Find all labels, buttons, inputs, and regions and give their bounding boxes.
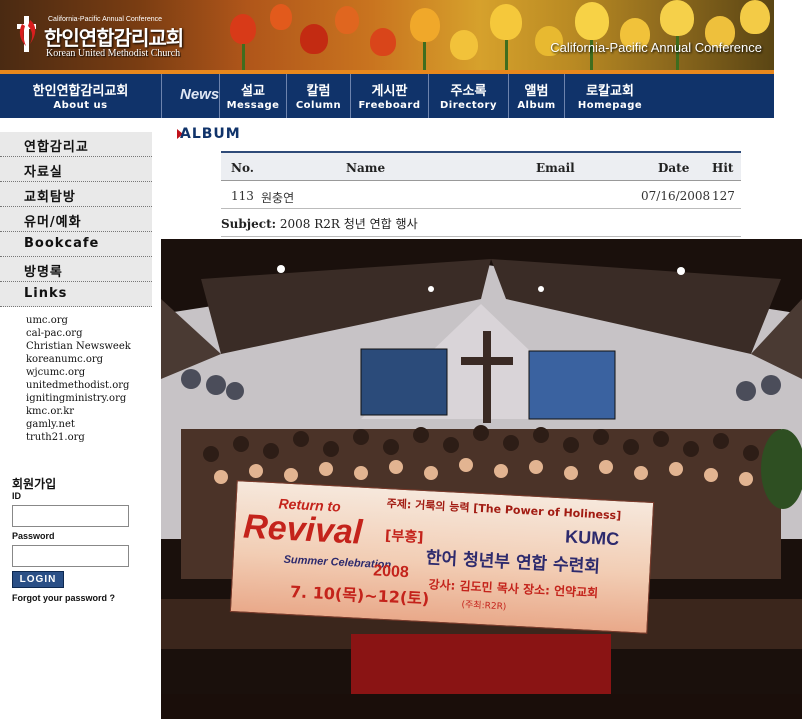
event-banner: 주제: 거룩의 능력 [The Power of Holiness] Retur… bbox=[229, 480, 655, 634]
nav-label-en: Album bbox=[517, 100, 556, 111]
links-list: umc.org cal-pac.org Christian Newsweek k… bbox=[26, 314, 131, 444]
sidebar-item-umc[interactable]: 연합감리교 bbox=[0, 132, 152, 157]
sidebar-item-church-visits[interactable]: 교회탐방 bbox=[0, 182, 152, 207]
password-label: Password bbox=[12, 531, 55, 541]
nav-label-ko: 주소록 bbox=[450, 84, 487, 99]
subject-label: Subject: bbox=[221, 217, 277, 231]
nav-freeboard[interactable]: 게시판 Freeboard bbox=[351, 74, 429, 118]
table-row: 113 원충연 07/16/2008 127 bbox=[221, 181, 741, 209]
id-label: ID bbox=[12, 491, 21, 501]
banner-host: (주최:R2R) bbox=[461, 600, 507, 613]
sidebar-item-label: 교회탐방 bbox=[24, 190, 76, 205]
nav-label-en: Freeboard bbox=[358, 100, 421, 111]
nav-label-en: About us bbox=[53, 100, 108, 111]
link-item[interactable]: truth21.org bbox=[26, 431, 131, 444]
sidebar-item-guestbook[interactable]: 방명록 bbox=[0, 257, 152, 282]
nav-homepage[interactable]: 로칼교회 Homepage bbox=[565, 74, 655, 118]
banner-dates: 7. 10(목)~12(토) bbox=[289, 582, 430, 609]
table-header: No. Name Email Date Hit bbox=[221, 151, 741, 181]
nav-label-ko: 게시판 bbox=[371, 84, 408, 99]
link-item[interactable]: unitedmethodist.org bbox=[26, 379, 131, 392]
sidebar: 연합감리교 자료실 교회탐방 유머/예화 Bookcafe 방명록 Links … bbox=[0, 118, 158, 604]
nav-label-en: Message bbox=[226, 100, 280, 111]
sidebar-item-bookcafe[interactable]: Bookcafe bbox=[0, 232, 152, 257]
church-logo[interactable]: California-Pacific Annual Conference 한인연… bbox=[8, 8, 198, 60]
link-item[interactable]: umc.org bbox=[26, 314, 131, 327]
cross-flame-icon bbox=[17, 16, 36, 52]
nav-about-us[interactable]: 한인연합감리교회 About us bbox=[0, 74, 162, 118]
post-subject: Subject: 2008 R2R 청년 연합 행사 bbox=[221, 215, 741, 237]
link-item[interactable]: kmc.or.kr bbox=[26, 405, 131, 418]
cell-date: 07/16/2008 bbox=[641, 189, 711, 203]
banner-tag: [부흥] bbox=[384, 528, 424, 546]
link-item[interactable]: wjcumc.org bbox=[26, 366, 131, 379]
banner-year: 2008 bbox=[372, 562, 410, 582]
col-hit: Hit bbox=[712, 161, 734, 175]
banner-kumc: KUMC bbox=[564, 526, 620, 550]
sidebar-item-archive[interactable]: 자료실 bbox=[0, 157, 152, 182]
link-item[interactable]: gamly.net bbox=[26, 418, 131, 431]
main-nav: 한인연합감리교회 About us News 설교 Message 칼럼 Col… bbox=[0, 70, 774, 118]
sidebar-item-label: Links bbox=[24, 286, 68, 301]
nav-album[interactable]: 앨범 Album bbox=[509, 74, 565, 118]
nav-label-ko: 설교 bbox=[241, 84, 265, 99]
conference-title: California-Pacific Annual Conference bbox=[550, 40, 762, 55]
logo-korean-title: 한인연합감리교회 bbox=[44, 26, 184, 50]
church-group-photo bbox=[161, 239, 802, 719]
sidebar-item-label: 방명록 bbox=[24, 265, 63, 280]
nav-label-en: Column bbox=[295, 100, 342, 111]
logo-english-title: Korean United Methodist Church bbox=[46, 48, 181, 59]
link-item[interactable]: cal-pac.org bbox=[26, 327, 131, 340]
link-item[interactable]: Christian Newsweek bbox=[26, 340, 131, 353]
forgot-password-link[interactable]: Forgot your password ? bbox=[12, 593, 115, 603]
col-no: No. bbox=[231, 161, 254, 175]
page-title: ALBUM bbox=[180, 126, 241, 142]
nav-label-en: Directory bbox=[440, 100, 497, 111]
nav-message[interactable]: 설교 Message bbox=[219, 74, 287, 118]
header-banner: California-Pacific Annual Conference 한인연… bbox=[0, 0, 774, 70]
nav-news[interactable]: News bbox=[180, 86, 219, 103]
album-photo: 주제: 거룩의 능력 [The Power of Holiness] Retur… bbox=[161, 239, 802, 719]
sidebar-item-label: Bookcafe bbox=[24, 236, 100, 251]
banner-revival: Revival bbox=[242, 507, 364, 552]
link-item[interactable]: ignitingministry.org bbox=[26, 392, 131, 405]
sidebar-item-humor[interactable]: 유머/예화 bbox=[0, 207, 152, 232]
nav-label-en: Homepage bbox=[577, 100, 643, 111]
nav-label-ko: 칼럼 bbox=[306, 84, 331, 99]
nav-column[interactable]: 칼럼 Column bbox=[287, 74, 351, 118]
cell-name[interactable]: 원충연 bbox=[261, 189, 294, 206]
cell-no: 113 bbox=[231, 189, 254, 203]
signup-title[interactable]: 회원가입 bbox=[12, 475, 56, 492]
banner-theme: 주제: 거룩의 능력 [The Power of Holiness] bbox=[386, 497, 622, 523]
sidebar-item-label: 자료실 bbox=[24, 165, 63, 180]
nav-directory[interactable]: 주소록 Directory bbox=[429, 74, 509, 118]
password-input[interactable] bbox=[12, 545, 129, 567]
banner-details: 강사: 김도민 목사 장소: 언약교회 bbox=[428, 577, 599, 601]
sidebar-item-label: 유머/예화 bbox=[24, 215, 82, 230]
nav-label-ko: 한인연합감리교회 bbox=[32, 84, 129, 99]
album-table: No. Name Email Date Hit 113 원충연 07/16/20… bbox=[221, 151, 741, 209]
banner-title: 한어 청년부 연합 수련회 bbox=[425, 548, 601, 578]
nav-label-ko: 로칼교회 bbox=[586, 84, 634, 99]
id-input[interactable] bbox=[12, 505, 129, 527]
login-button[interactable]: LOGIN bbox=[12, 571, 64, 588]
sidebar-item-label: 연합감리교 bbox=[24, 140, 89, 155]
col-date: Date bbox=[658, 161, 690, 175]
subject-text: 2008 R2R 청년 연합 행사 bbox=[279, 217, 418, 231]
col-name: Name bbox=[346, 161, 386, 175]
cell-hit: 127 bbox=[712, 189, 735, 203]
sidebar-item-links[interactable]: Links bbox=[0, 282, 152, 307]
nav-label-ko: 앨범 bbox=[524, 84, 549, 99]
link-item[interactable]: koreanumc.org bbox=[26, 353, 131, 366]
col-email: Email bbox=[536, 161, 575, 175]
